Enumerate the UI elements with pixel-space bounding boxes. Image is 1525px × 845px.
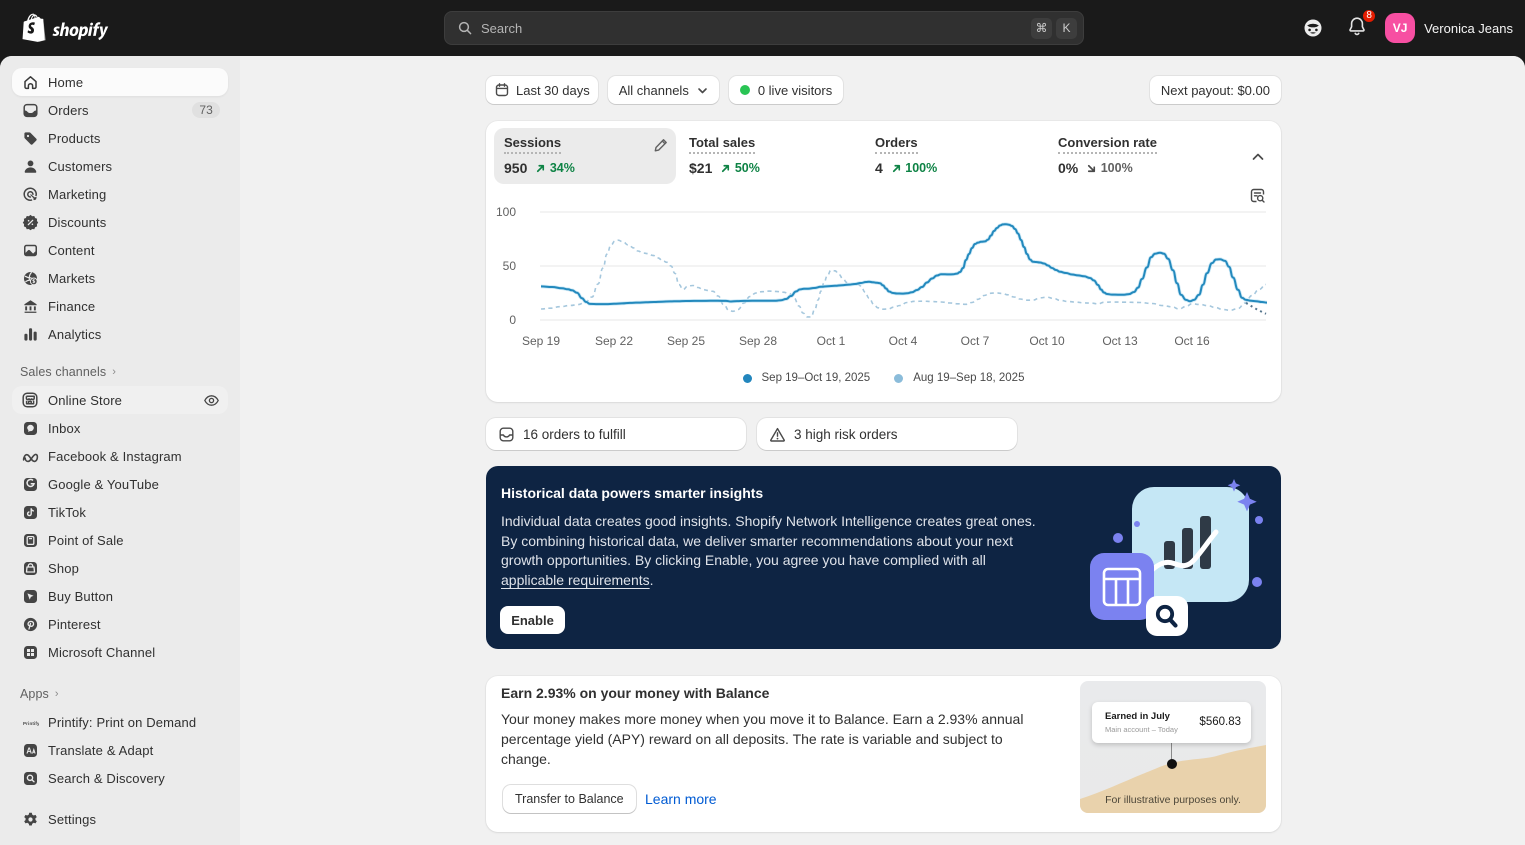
svg-text:Printify: Printify bbox=[23, 721, 39, 726]
svg-text:A: A bbox=[26, 746, 32, 755]
